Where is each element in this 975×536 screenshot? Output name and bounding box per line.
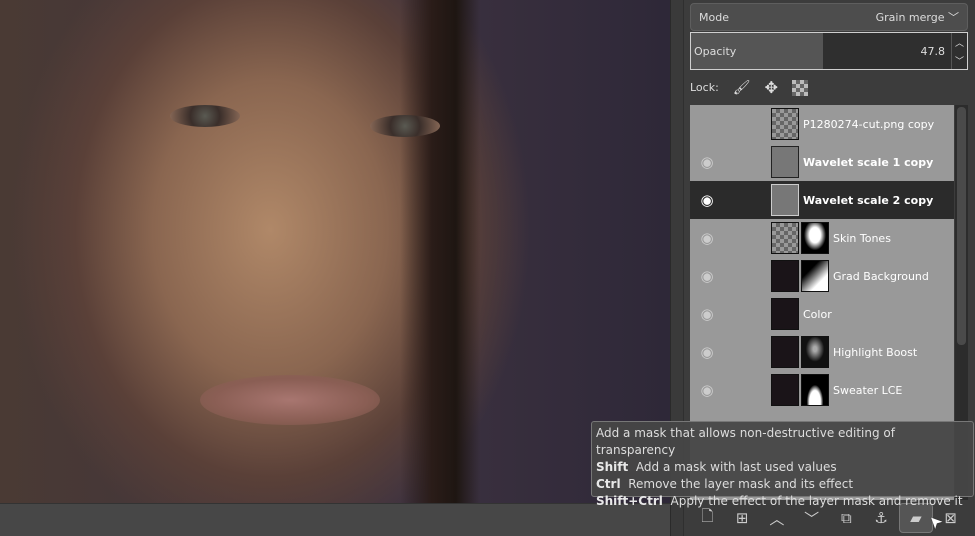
layer-name: Sweater LCE [833, 383, 903, 397]
image-eye-right [370, 115, 440, 137]
tooltip: Add a mask that allows non-destructive e… [591, 421, 974, 508]
duplicate-icon: ⧉ [841, 509, 852, 527]
layer-name: Highlight Boost [833, 345, 918, 359]
status-bar [0, 503, 670, 536]
layer-thumbnail [771, 222, 799, 254]
chevron-down-icon[interactable]: ﹀ [955, 54, 964, 67]
chevron-up-icon: ︿ [769, 509, 785, 528]
lock-label: Lock: [690, 81, 719, 94]
layer-name: Grad Background [833, 269, 929, 283]
opacity-spinner[interactable]: ︿ ﹀ [951, 33, 967, 69]
eye-icon[interactable]: ◉ [696, 381, 718, 399]
layer-name: Wavelet scale 1 copy [803, 155, 934, 169]
layer-row[interactable]: P1280274-cut.png copy [690, 105, 954, 143]
layer-thumbnail [771, 184, 799, 216]
opacity-value: 47.8 [920, 44, 946, 58]
tooltip-key: Ctrl [596, 477, 621, 491]
layer-thumbnail [771, 298, 799, 330]
layer-row-selected[interactable]: ◉ Wavelet scale 2 copy [690, 181, 954, 219]
lock-row: Lock: 🖌 ✥ [690, 78, 808, 97]
opacity-slider[interactable]: Opacity 47.8 ︿ ﹀ [690, 32, 968, 70]
tooltip-line: Apply the effect of the layer mask and r… [670, 494, 963, 508]
layer-mask-thumbnail[interactable] [801, 336, 829, 368]
layer-thumbnail [771, 260, 799, 292]
eye-icon[interactable]: ◉ [696, 267, 718, 285]
chevron-down-icon: ﹀ [804, 509, 820, 528]
layer-row[interactable]: ◉ Skin Tones [690, 219, 954, 257]
image-canvas[interactable] [0, 0, 670, 503]
layer-name: Wavelet scale 2 copy [803, 193, 934, 207]
layer-thumbnail [771, 146, 799, 178]
layer-row[interactable]: ◉ Sweater LCE [690, 371, 954, 409]
mode-select[interactable]: Mode Grain merge ﹀ [690, 3, 968, 31]
lock-position-move-icon[interactable]: ✥ [765, 78, 778, 97]
eye-icon[interactable]: ◉ [696, 153, 718, 171]
eye-icon[interactable]: ◉ [696, 191, 718, 209]
layer-mask-thumbnail[interactable] [801, 260, 829, 292]
layer-row[interactable]: ◉ Grad Background [690, 257, 954, 295]
layer-row[interactable]: ◉ Wavelet scale 1 copy [690, 143, 954, 181]
mask-icon: ▰ [910, 509, 922, 527]
layer-thumbnail [771, 374, 799, 406]
lock-pixels-brush-icon[interactable]: 🖌 [733, 80, 751, 96]
tooltip-line: Remove the layer mask and its effect [628, 477, 854, 491]
chevron-up-icon[interactable]: ︿ [955, 36, 964, 49]
layer-mask-thumbnail[interactable] [801, 374, 829, 406]
mode-label: Mode [699, 10, 729, 24]
chevron-down-icon: ﹀ [948, 11, 959, 24]
mode-value: Grain merge [875, 11, 945, 24]
eye-icon[interactable]: ◉ [696, 343, 718, 361]
lock-alpha-checker-icon[interactable] [791, 79, 808, 96]
layer-thumbnail [771, 336, 799, 368]
layer-name: P1280274-cut.png copy [803, 117, 935, 131]
opacity-label: Opacity [694, 44, 737, 58]
image-lips [200, 375, 380, 425]
image-eye-left [170, 105, 240, 127]
tooltip-line: Add a mask that allows non-destructive e… [596, 426, 895, 457]
layer-row[interactable]: ◉ Color [690, 295, 954, 333]
eye-icon[interactable]: ◉ [696, 305, 718, 323]
tooltip-key: Shift [596, 460, 629, 474]
scrollbar-thumb[interactable] [957, 107, 966, 345]
anchor-icon: ⚓ [874, 509, 888, 527]
tooltip-line: Add a mask with last used values [635, 460, 837, 474]
layer-thumbnail [771, 108, 799, 140]
eye-icon[interactable]: ◉ [696, 229, 718, 247]
layer-row[interactable]: ◉ Highlight Boost [690, 333, 954, 371]
layer-name: Color [803, 307, 832, 321]
layer-name: Skin Tones [833, 231, 891, 245]
layer-mask-thumbnail[interactable] [801, 222, 829, 254]
image-hair [400, 0, 480, 503]
folder-plus-icon: ⊞ [735, 509, 749, 527]
tooltip-key: Shift+Ctrl [596, 494, 663, 508]
